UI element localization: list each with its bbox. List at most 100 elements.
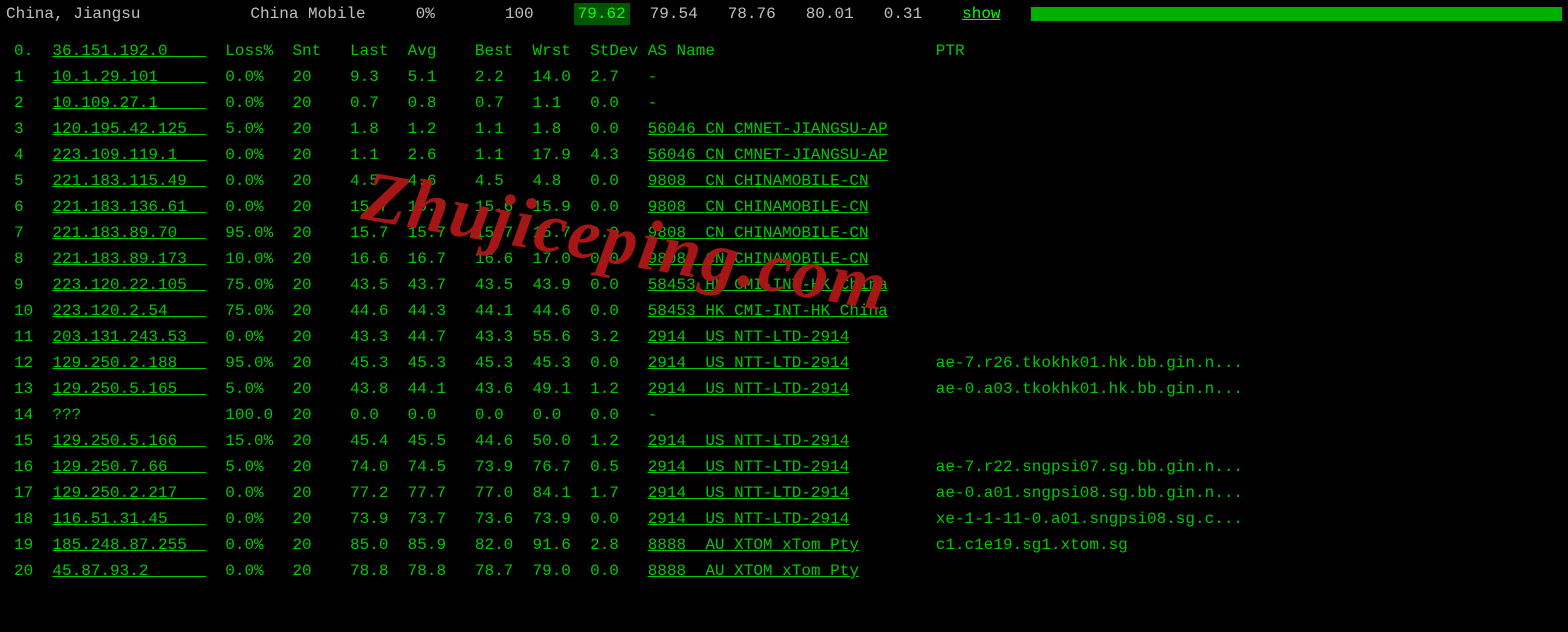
hop-num: 15 [14,432,52,450]
mtr-row: 15 129.250.5.166 15.0% 20 45.4 45.5 44.6… [14,428,1554,454]
hop-as[interactable]: 9808 CN CHINAMOBILE-CN [648,172,869,190]
hop-as[interactable]: 8888 AU XTOM xTom Pty [648,536,859,554]
hop-ip[interactable]: 223.120.2.54 [52,302,206,320]
stat-v5: 0.31 [884,5,922,23]
mtr-row: 17 129.250.2.217 0.0% 20 77.2 77.7 77.0 … [14,480,1554,506]
hop-ip[interactable]: 185.248.87.255 [52,536,206,554]
hop-as: - [648,68,658,86]
mtr-row: 14 ??? 100.0 20 0.0 0.0 0.0 0.0 0.0 - [14,402,1554,428]
isp-label: China Mobile [250,5,365,23]
hop-ptr: ae-7.r22.sngpsi07.sg.bb.gin.n... [936,458,1243,476]
stat-v2: 79.54 [650,5,698,23]
snt-count: 100 [505,5,534,23]
hop-ip[interactable]: 221.183.136.61 [52,198,206,216]
mtr-row: 4 223.109.119.1 0.0% 20 1.1 2.6 1.1 17.9… [14,142,1554,168]
hop-ip[interactable]: 223.120.22.105 [52,276,206,294]
hop-ip[interactable]: 129.250.2.217 [52,484,206,502]
hop-ip[interactable]: 45.87.93.2 [52,562,206,580]
hop-ip[interactable]: 221.183.89.173 [52,250,206,268]
hop-as[interactable]: 2914 US NTT-LTD-2914 [648,380,850,398]
hop-num: 2 [14,94,52,112]
mtr-row: 7 221.183.89.70 95.0% 20 15.7 15.7 15.7 … [14,220,1554,246]
header-ip: 36.151.192.0 [52,42,206,60]
hop-as[interactable]: 2914 US NTT-LTD-2914 [648,432,850,450]
stat-v1: 79.62 [574,3,630,25]
hop-ip[interactable]: 116.51.31.45 [52,510,206,528]
hop-num: 14 [14,406,52,424]
hop-ptr: ae-7.r26.tkokhk01.hk.bb.gin.n... [936,354,1243,372]
mtr-row: 19 185.248.87.255 0.0% 20 85.0 85.9 82.0… [14,532,1554,558]
mtr-header-row: 0. 36.151.192.0 Loss% Snt Last Avg Best … [14,38,1554,64]
hop-ip[interactable]: 10.109.27.1 [52,94,206,112]
mtr-row: 13 129.250.5.165 5.0% 20 43.8 44.1 43.6 … [14,376,1554,402]
mtr-row: 3 120.195.42.125 5.0% 20 1.8 1.2 1.1 1.8… [14,116,1554,142]
hop-ptr: xe-1-1-11-0.a01.sngpsi08.sg.c... [936,510,1243,528]
hop-as[interactable]: 9808 CN CHINAMOBILE-CN [648,198,869,216]
hop-num: 10 [14,302,52,320]
mtr-row: 6 221.183.136.61 0.0% 20 15.7 15.7 15.6 … [14,194,1554,220]
hop-as[interactable]: 58453 HK CMI-INT-HK China [648,276,888,294]
hop-ip[interactable]: 129.250.5.166 [52,432,206,450]
progress-bar [1031,7,1562,21]
mtr-row: 11 203.131.243.53 0.0% 20 43.3 44.7 43.3… [14,324,1554,350]
hop-as[interactable]: 2914 US NTT-LTD-2914 [648,484,850,502]
hop-ptr: ae-0.a01.sngpsi08.sg.bb.gin.n... [936,484,1243,502]
hop-as[interactable]: 56046 CN CMNET-JIANGSU-AP [648,120,888,138]
mtr-row: 20 45.87.93.2 0.0% 20 78.8 78.8 78.7 79.… [14,558,1554,584]
hop-as[interactable]: 2914 US NTT-LTD-2914 [648,354,850,372]
mtr-row: 18 116.51.31.45 0.0% 20 73.9 73.7 73.6 7… [14,506,1554,532]
hop-num: 1 [14,68,52,86]
hop-as[interactable]: 2914 US NTT-LTD-2914 [648,510,850,528]
loss-pct: 0% [416,5,435,23]
mtr-row: 1 10.1.29.101 0.0% 20 9.3 5.1 2.2 14.0 2… [14,64,1554,90]
hop-num: 11 [14,328,52,346]
hop-num: 18 [14,510,52,528]
show-link[interactable]: show [962,5,1000,23]
hop-ip[interactable]: 129.250.7.66 [52,458,206,476]
hop-as[interactable]: 8888 AU XTOM xTom Pty [648,562,859,580]
hop-ip[interactable]: 223.109.119.1 [52,146,206,164]
mtr-row: 5 221.183.115.49 0.0% 20 4.5 4.6 4.5 4.8… [14,168,1554,194]
hop-num: 4 [14,146,52,164]
hop-as[interactable]: 9808 CN CHINAMOBILE-CN [648,224,869,242]
hop-ip[interactable]: 10.1.29.101 [52,68,206,86]
hop-ptr: c1.c1e19.sg1.xtom.sg [936,536,1128,554]
mtr-output: 0. 36.151.192.0 Loss% Snt Last Avg Best … [0,28,1568,584]
hop-ip[interactable]: 129.250.5.165 [52,380,206,398]
hop-num: 20 [14,562,52,580]
hop-num: 16 [14,458,52,476]
mtr-row: 9 223.120.22.105 75.0% 20 43.5 43.7 43.5… [14,272,1554,298]
stat-v4: 80.01 [806,5,854,23]
hop-num: 7 [14,224,52,242]
hop-num: 12 [14,354,52,372]
mtr-row: 16 129.250.7.66 5.0% 20 74.0 74.5 73.9 7… [14,454,1554,480]
hop-num: 19 [14,536,52,554]
hop-as[interactable]: 2914 US NTT-LTD-2914 [648,328,850,346]
hop-num: 9 [14,276,52,294]
hop-num: 13 [14,380,52,398]
stat-v3: 78.76 [728,5,776,23]
hop-num: 3 [14,120,52,138]
hop-as[interactable]: 58453 HK CMI-INT-HK China [648,302,888,320]
hop-ip[interactable]: 129.250.2.188 [52,354,206,372]
hop-ip[interactable]: 203.131.243.53 [52,328,206,346]
hop-as[interactable]: 9808 CN CHINAMOBILE-CN [648,250,869,268]
mtr-row: 2 10.109.27.1 0.0% 20 0.7 0.8 0.7 1.1 0.… [14,90,1554,116]
hop-as[interactable]: 2914 US NTT-LTD-2914 [648,458,850,476]
hop-num: 5 [14,172,52,190]
hop-num: 17 [14,484,52,502]
hop-as: - [648,94,658,112]
hop-as[interactable]: 56046 CN CMNET-JIANGSU-AP [648,146,888,164]
top-status-bar: China, Jiangsu China Mobile 0% 100 79.62… [0,0,1568,28]
location-label: China, Jiangsu [6,5,140,23]
mtr-row: 12 129.250.2.188 95.0% 20 45.3 45.3 45.3… [14,350,1554,376]
hop-ip[interactable]: 221.183.115.49 [52,172,206,190]
hop-ptr: ae-0.a03.tkokhk01.hk.bb.gin.n... [936,380,1243,398]
hop-ip[interactable]: 221.183.89.70 [52,224,206,242]
hop-num: 6 [14,198,52,216]
mtr-row: 8 221.183.89.173 10.0% 20 16.6 16.7 16.6… [14,246,1554,272]
mtr-row: 10 223.120.2.54 75.0% 20 44.6 44.3 44.1 … [14,298,1554,324]
hop-num: 8 [14,250,52,268]
hop-ip[interactable]: 120.195.42.125 [52,120,206,138]
hop-as: - [648,406,658,424]
